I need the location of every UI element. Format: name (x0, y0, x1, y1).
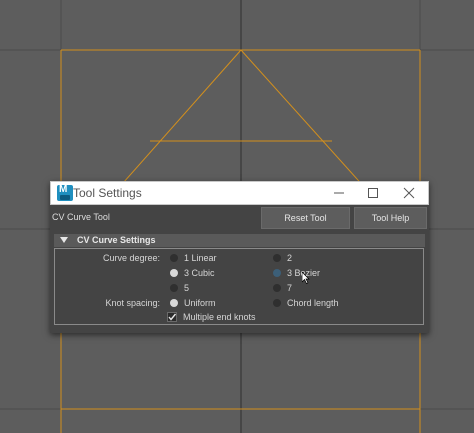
radio-dot (170, 284, 178, 292)
radio-label: 1 Linear (184, 253, 217, 263)
radio-label: 2 (287, 253, 293, 263)
radio-dot-selected (170, 269, 178, 277)
window-title: Tool Settings (73, 186, 142, 200)
close-icon (403, 187, 415, 199)
radio-knot-spacing-uniform[interactable]: Uniform (170, 298, 240, 310)
check-icon (168, 313, 177, 321)
curve-degree-label: Curve degree: (102, 253, 160, 263)
logo-badge (60, 195, 70, 200)
radio-knot-spacing-chord-length[interactable]: Chord length (273, 298, 363, 310)
section-header-cv-curve-settings[interactable]: CV Curve Settings (54, 234, 425, 247)
maximize-button[interactable] (356, 182, 390, 204)
multiple-end-knots-checkbox[interactable]: Multiple end knots (167, 312, 287, 324)
knot-spacing-label: Knot spacing: (105, 298, 160, 308)
radio-curve-degree-3-cubic[interactable]: 3 Cubic (170, 268, 240, 280)
title-bar[interactable]: M Tool Settings (50, 181, 429, 205)
radio-curve-degree-7[interactable]: 7 (273, 283, 313, 295)
radio-curve-degree-2[interactable]: 2 (273, 253, 313, 265)
tool-help-button[interactable]: Tool Help (354, 207, 427, 229)
section-title: CV Curve Settings (77, 235, 156, 245)
logo-letter: M (59, 184, 68, 195)
radio-dot-hovered (273, 269, 281, 277)
radio-curve-degree-5[interactable]: 5 (170, 283, 210, 295)
radio-dot (273, 254, 281, 262)
radio-curve-degree-3-bezier[interactable]: 3 Bezier (273, 268, 343, 280)
radio-dot-selected (170, 299, 178, 307)
radio-dot (273, 299, 281, 307)
tool-name: CV Curve Tool (52, 212, 110, 222)
checkbox-box (167, 312, 177, 322)
close-button[interactable] (392, 182, 426, 204)
reset-tool-button[interactable]: Reset Tool (261, 207, 350, 229)
radio-dot (170, 254, 178, 262)
radio-label: 3 Bezier (287, 268, 321, 278)
collapse-arrow-icon[interactable] (60, 237, 68, 243)
radio-label: 5 (184, 283, 190, 293)
radio-dot (273, 284, 281, 292)
radio-curve-degree-1-linear[interactable]: 1 Linear (170, 253, 240, 265)
radio-label: 3 Cubic (184, 268, 215, 278)
minimize-icon (334, 192, 344, 194)
checkbox-label: Multiple end knots (183, 312, 256, 322)
minimize-button[interactable] (322, 182, 356, 204)
radio-label: Chord length (287, 298, 339, 308)
maximize-icon (368, 188, 378, 198)
radio-label: Uniform (184, 298, 216, 308)
radio-label: 7 (287, 283, 293, 293)
tool-settings-window: M Tool Settings CV Curve Tool Reset Tool… (50, 181, 429, 333)
maya-logo-icon: M (57, 185, 73, 201)
